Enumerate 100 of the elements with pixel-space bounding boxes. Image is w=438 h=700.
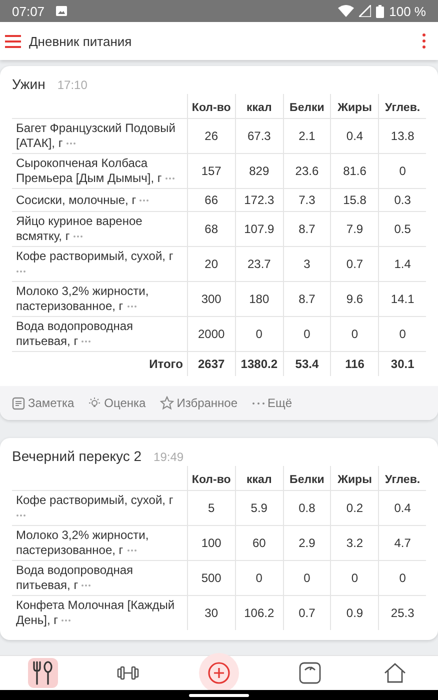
table-cell: 1.4: [378, 246, 426, 282]
table-cell: 100: [187, 526, 236, 560]
table-cell: 7.3: [283, 188, 331, 212]
food-name[interactable]: Сырокопченая Колбаса Премьера [Дым Дымыч], г: [12, 154, 188, 188]
table-cell: 15.8: [330, 188, 379, 212]
table-cell: 25.3: [378, 596, 426, 630]
table-cell: 0: [283, 560, 331, 596]
table-cell: 23.6: [283, 154, 331, 188]
table-cell: 20: [187, 246, 236, 282]
more-icon[interactable]: [66, 142, 76, 146]
table-cell: 0: [235, 560, 284, 596]
more-icon[interactable]: [165, 177, 176, 180]
total-cell: 116: [330, 352, 379, 376]
table-cell: 81.6: [330, 154, 379, 188]
total-label: Итого: [12, 352, 188, 376]
table-cell: 180: [235, 282, 284, 316]
table-cell: 0: [330, 316, 379, 352]
table-cell: 8.7: [283, 282, 331, 316]
table-cell: 7.9: [330, 212, 379, 246]
food-name[interactable]: Молоко 3,2% жирности, пастеризованное, г: [12, 282, 188, 316]
column-header: ккал: [235, 94, 284, 118]
table-cell: 2.9: [283, 526, 331, 560]
add-icon: [208, 662, 230, 684]
food-name[interactable]: Багет Французский Подовый [АТАК], г: [12, 118, 188, 154]
fork-spoon-icon: [32, 661, 54, 685]
star-icon: [160, 396, 174, 410]
action-link[interactable]: Оценка: [88, 396, 146, 410]
more-icon[interactable]: [81, 340, 92, 344]
battery-icon: [376, 4, 384, 18]
more-icon: [252, 402, 265, 404]
action-link[interactable]: Ещё: [252, 396, 292, 410]
action-link[interactable]: Заметка: [12, 396, 74, 410]
table-cell: 0: [283, 316, 331, 352]
more-icon[interactable]: [16, 514, 26, 518]
table-cell: 0.3: [378, 188, 426, 212]
more-icon[interactable]: [139, 198, 150, 202]
table-cell: 0: [378, 316, 426, 352]
home-indicator[interactable]: [189, 694, 249, 696]
more-icon[interactable]: [81, 584, 92, 588]
table-cell: 4.7: [378, 526, 426, 560]
food-name[interactable]: Сосиски, молочные, г: [12, 188, 188, 212]
total-cell: 30.1: [378, 352, 426, 376]
table-cell: 0.7: [330, 246, 379, 282]
nav-button[interactable]: [198, 653, 239, 693]
food-name[interactable]: Вода водопроводная питьевая, г: [12, 560, 188, 596]
table-cell: 13.8: [378, 118, 426, 154]
table-cell: 66: [187, 188, 236, 212]
meal-title: Ужин: [12, 76, 46, 92]
more-icon[interactable]: [126, 305, 137, 308]
lightbulb-icon: [88, 396, 102, 410]
status-time: 07:07: [12, 4, 45, 18]
food-name[interactable]: Конфета Молочная [Каждый День], г: [12, 596, 188, 630]
table-cell: 0.2: [330, 490, 379, 526]
table-cell: 5: [187, 490, 236, 526]
table-cell: 68: [187, 212, 236, 246]
wifi-icon: [338, 5, 354, 17]
table-cell: 0.4: [330, 118, 379, 154]
dumbbell-icon: [117, 666, 140, 680]
table-cell: 30: [187, 596, 236, 630]
table-cell: 300: [187, 282, 236, 316]
meal-title: Вечерний перекус 2: [12, 448, 142, 464]
table-cell: 0: [378, 560, 426, 596]
more-icon[interactable]: [126, 549, 137, 552]
more-vertical-icon[interactable]: [422, 33, 426, 49]
table-cell: 0: [235, 316, 284, 352]
table-cell: 14.1: [378, 282, 426, 316]
battery-level: 100 %: [389, 4, 426, 18]
column-header: Жиры: [330, 94, 379, 118]
total-cell: 53.4: [283, 352, 331, 376]
more-icon[interactable]: [73, 235, 84, 238]
table-cell: 829: [235, 154, 284, 188]
nav-button[interactable]: [28, 658, 58, 688]
column-header: Белки: [283, 466, 331, 490]
table-cell: 5.9: [235, 490, 284, 526]
table-cell: 23.7: [235, 246, 284, 282]
app-title: Дневник питания: [29, 34, 132, 48]
column-header: Жиры: [330, 466, 379, 490]
menu-icon[interactable]: [5, 34, 21, 48]
meal-time: 17:10: [57, 78, 88, 92]
home-icon: [384, 663, 406, 683]
scale-icon: [298, 662, 321, 684]
table-cell: 0.4: [378, 490, 426, 526]
table-cell: 2.1: [283, 118, 331, 154]
table-cell: 0: [378, 154, 426, 188]
column-header: Кол-во: [187, 94, 236, 118]
food-name[interactable]: Кофе растворимый, сухой, г: [12, 490, 188, 526]
column-header: Кол-во: [187, 466, 236, 490]
table-cell: 9.6: [330, 282, 379, 316]
more-icon[interactable]: [16, 270, 26, 274]
food-name[interactable]: Яйцо куриное вареное всмятку, г: [12, 212, 188, 246]
food-name[interactable]: Вода водопроводная питьевая, г: [12, 316, 188, 352]
image-icon: [56, 6, 67, 16]
table-cell: 107.9: [235, 212, 284, 246]
more-icon[interactable]: [61, 619, 72, 622]
action-link[interactable]: Избранное: [160, 396, 238, 410]
table-cell: 106.2: [235, 596, 284, 630]
food-name[interactable]: Кофе растворимый, сухой, г: [12, 246, 188, 282]
table-cell: 8.7: [283, 212, 331, 246]
table-cell: 0.5: [378, 212, 426, 246]
food-name[interactable]: Молоко 3,2% жирности, пастеризованное, г: [12, 526, 188, 560]
